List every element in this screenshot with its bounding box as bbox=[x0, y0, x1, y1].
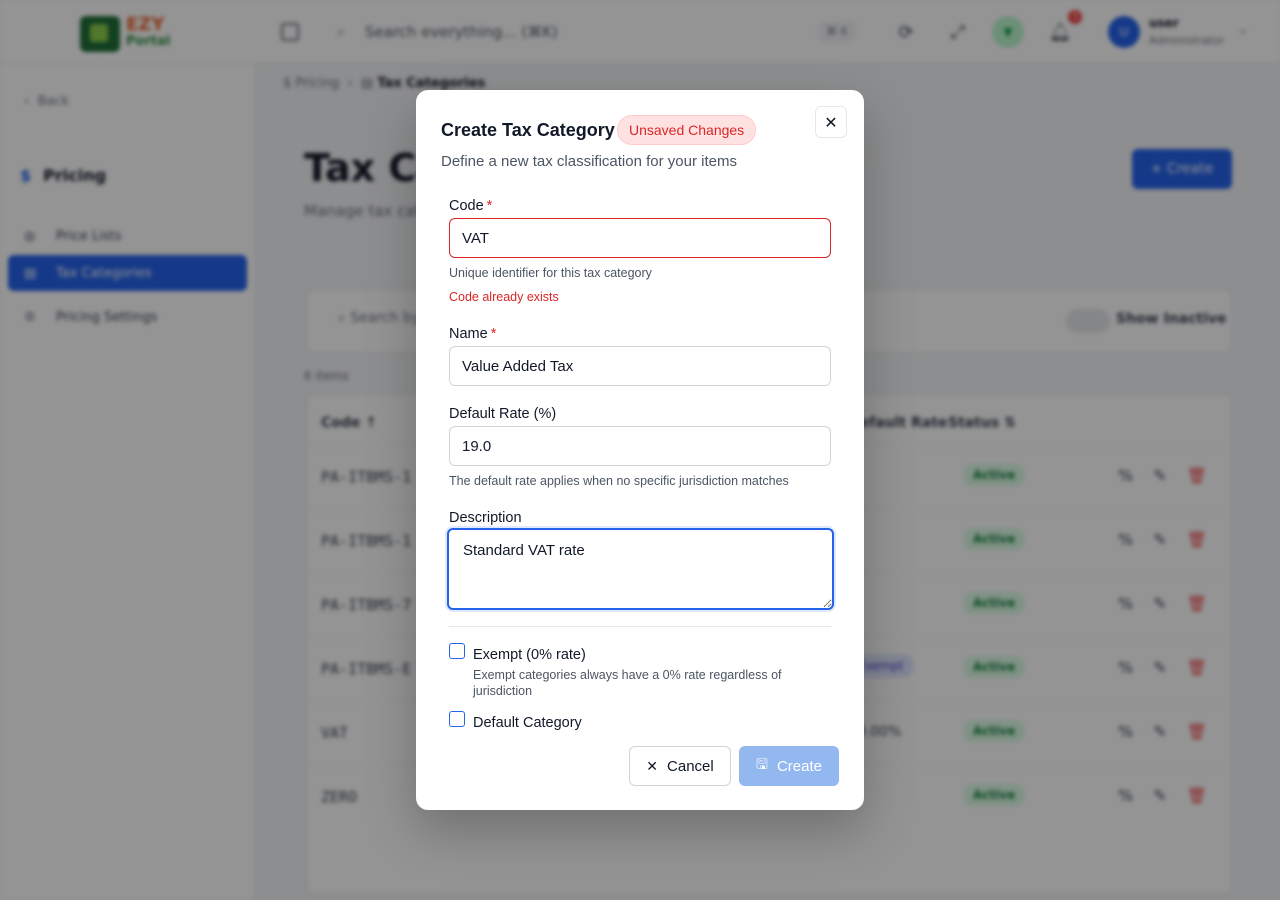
required-marker: * bbox=[486, 198, 493, 214]
code-label: Code * bbox=[449, 198, 492, 214]
default-rate-label: Default Rate (%) bbox=[449, 406, 557, 422]
default-category-label[interactable]: Default Category bbox=[473, 715, 582, 730]
code-error-message: Code already exists bbox=[449, 290, 559, 304]
exempt-checkbox[interactable] bbox=[449, 643, 465, 659]
divider bbox=[449, 626, 831, 627]
default-rate-field[interactable] bbox=[449, 426, 831, 466]
name-label: Name * bbox=[449, 326, 496, 342]
exempt-help-text: Exempt categories always have a 0% rate … bbox=[473, 668, 782, 698]
create-label: Create bbox=[776, 757, 822, 775]
code-label-text: Code bbox=[449, 198, 484, 214]
description-field[interactable]: Standard VAT rate bbox=[447, 528, 834, 610]
cancel-label: Cancel bbox=[667, 757, 714, 775]
dialog-form: Code* Unique identifier for this tax cat… bbox=[416, 90, 864, 730]
create-tax-category-dialog: Create Tax Category Unsaved Changes ✕ De… bbox=[416, 90, 864, 810]
default-category-checkbox[interactable] bbox=[449, 711, 465, 727]
create-submit-button[interactable]: 🖫 Create bbox=[739, 746, 839, 786]
name-field[interactable] bbox=[449, 346, 831, 386]
required-marker: * bbox=[490, 326, 497, 342]
code-field[interactable] bbox=[449, 218, 831, 258]
description-label: Description bbox=[449, 510, 522, 526]
exempt-label[interactable]: Exempt (0% rate) bbox=[473, 647, 586, 663]
cancel-button[interactable]: ✕ Cancel bbox=[629, 746, 731, 786]
name-label-text: Name bbox=[449, 326, 488, 342]
default-rate-help-text: The default rate applies when no specifi… bbox=[449, 474, 789, 488]
save-icon: 🖫 bbox=[756, 756, 768, 772]
code-help-text: Unique identifier for this tax category bbox=[449, 266, 652, 280]
close-icon: ✕ bbox=[646, 757, 659, 774]
